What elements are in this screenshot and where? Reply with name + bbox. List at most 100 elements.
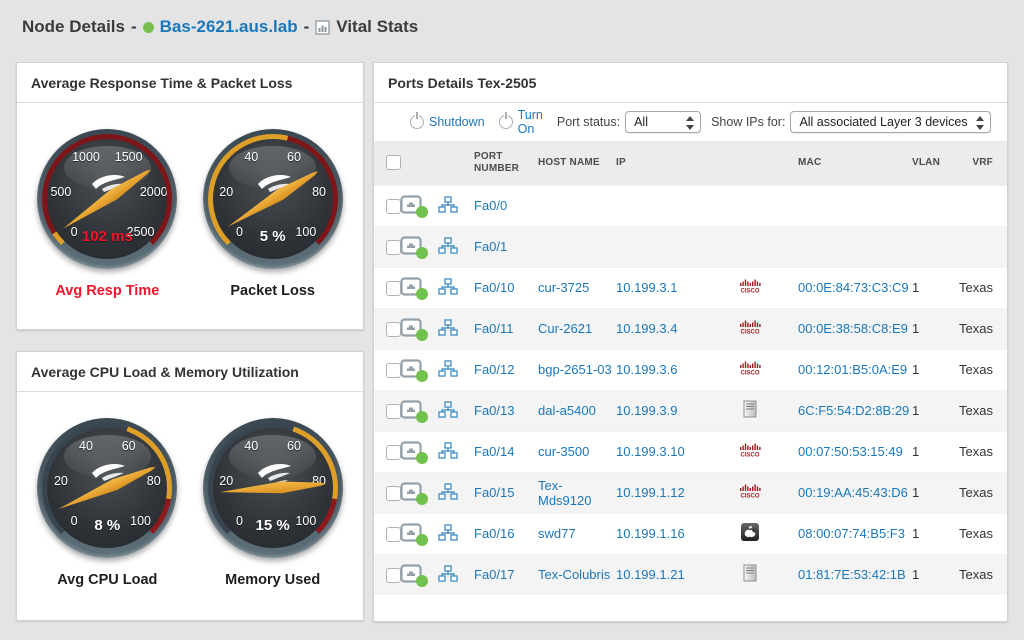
panel-title-ports: Ports Details Tex-2505 bbox=[374, 63, 1007, 103]
show-ips-value: All associated Layer 3 devices bbox=[799, 115, 967, 129]
gauge-tick-label: 2000 bbox=[140, 185, 168, 199]
ip-link[interactable]: 10.199.3.1 bbox=[616, 280, 677, 295]
port-link[interactable]: Fa0/12 bbox=[474, 362, 514, 377]
green-status-dot-icon bbox=[416, 493, 428, 505]
ip-link[interactable]: 10.199.3.9 bbox=[616, 403, 677, 418]
mac-link[interactable]: 00:0E:38:58:C8:E9 bbox=[798, 321, 908, 336]
row-checkbox[interactable] bbox=[386, 322, 401, 337]
vrf-value: Texas bbox=[959, 485, 993, 500]
row-checkbox[interactable] bbox=[386, 568, 401, 583]
row-checkbox[interactable] bbox=[386, 445, 401, 460]
row-checkbox[interactable] bbox=[386, 404, 401, 419]
green-status-dot-icon bbox=[416, 247, 428, 259]
mac-link[interactable]: 08:00:07:74:B5:F3 bbox=[798, 526, 905, 541]
network-map-icon bbox=[438, 283, 458, 298]
col-header-vrf: VRF bbox=[936, 141, 1007, 185]
port-link[interactable]: Fa0/11 bbox=[474, 321, 514, 336]
mac-link[interactable]: 00:19:AA:45:43:D6 bbox=[798, 485, 908, 500]
ip-link[interactable]: 10.199.1.21 bbox=[616, 567, 685, 582]
vlan-value: 1 bbox=[912, 362, 919, 377]
port-link[interactable]: Fa0/17 bbox=[474, 567, 514, 582]
network-map-icon bbox=[438, 201, 458, 216]
turn-on-button[interactable]: Turn On bbox=[499, 108, 543, 136]
row-checkbox[interactable] bbox=[386, 199, 401, 214]
gauge-caption: Avg Resp Time bbox=[32, 283, 182, 299]
port-status-select[interactable]: All bbox=[625, 111, 701, 133]
gauge-value: 15 % bbox=[203, 517, 343, 534]
mac-link[interactable]: 00:0E:84:73:C3:C9 bbox=[798, 280, 909, 295]
mac-link[interactable]: 00:07:50:53:15:49 bbox=[798, 444, 903, 459]
svg-text:CISCO: CISCO bbox=[740, 371, 759, 377]
ip-link[interactable]: 10.199.3.6 bbox=[616, 362, 677, 377]
power-icon bbox=[410, 115, 424, 129]
select-arrows-icon bbox=[686, 115, 694, 131]
network-map-icon bbox=[438, 324, 458, 339]
row-checkbox[interactable] bbox=[386, 527, 401, 542]
port-link[interactable]: Fa0/14 bbox=[474, 444, 514, 459]
port-up-status-icon bbox=[400, 277, 424, 297]
node-link[interactable]: Bas-2621.aus.lab bbox=[160, 17, 298, 37]
port-link[interactable]: Fa0/1 bbox=[474, 239, 507, 254]
show-ips-field: Show IPs for: All associated Layer 3 dev… bbox=[711, 111, 991, 133]
shutdown-label[interactable]: Shutdown bbox=[429, 115, 485, 129]
network-map-icon bbox=[438, 365, 458, 380]
gauge-value: 8 % bbox=[37, 517, 177, 534]
port-link[interactable]: Fa0/10 bbox=[474, 280, 514, 295]
port-link[interactable]: Fa0/16 bbox=[474, 526, 514, 541]
mac-link[interactable]: 00:12:01:B5:0A:E9 bbox=[798, 362, 907, 377]
port-link[interactable]: Fa0/13 bbox=[474, 403, 514, 418]
host-link[interactable]: Cur-2621 bbox=[538, 321, 592, 336]
mac-link[interactable]: 01:81:7E:53:42:1B bbox=[798, 567, 906, 582]
select-all-checkbox[interactable] bbox=[386, 155, 401, 170]
host-link[interactable]: cur-3500 bbox=[538, 444, 589, 459]
gauge-memory-used: 02040608010015 %Memory Used bbox=[198, 418, 348, 588]
table-row-Fa0-11: Fa0/11 Cur-2621 10.199.3.4 CISCO 00:0E:38:58… bbox=[374, 308, 1007, 349]
cisco-vendor-icon: CISCO bbox=[738, 364, 762, 379]
network-map-icon bbox=[438, 488, 458, 503]
ip-link[interactable]: 10.199.1.16 bbox=[616, 526, 685, 541]
ports-table-header-row: Port NumberHost NameIPMACVLANVRF bbox=[374, 141, 1007, 185]
port-up-status-icon bbox=[400, 564, 424, 584]
row-checkbox[interactable] bbox=[386, 281, 401, 296]
gauge-caption: Avg CPU Load bbox=[32, 572, 182, 588]
port-link[interactable]: Fa0/15 bbox=[474, 485, 514, 500]
row-checkbox[interactable] bbox=[386, 486, 401, 501]
title-dash-2: - bbox=[304, 17, 310, 37]
gauge-tick-label: 1000 bbox=[72, 150, 100, 164]
shutdown-button[interactable]: Shutdown bbox=[410, 115, 485, 129]
green-status-dot-icon bbox=[416, 370, 428, 382]
power-icon bbox=[499, 115, 513, 129]
host-link[interactable]: bgp-2651-03 bbox=[538, 362, 612, 377]
host-link[interactable]: cur-3725 bbox=[538, 280, 589, 295]
turn-on-label[interactable]: Turn On bbox=[518, 108, 543, 136]
host-link[interactable]: Tex-Mds9120 bbox=[538, 478, 591, 508]
port-up-status-icon bbox=[400, 523, 424, 543]
network-map-icon bbox=[438, 570, 458, 585]
port-status-field: Port status: All bbox=[557, 111, 701, 133]
ports-table: Port NumberHost NameIPMACVLANVRF Fa0/0 Fa… bbox=[374, 141, 1007, 595]
gauge-tick-label: 20 bbox=[54, 474, 68, 488]
ip-link[interactable]: 10.199.1.12 bbox=[616, 485, 685, 500]
vrf-value: Texas bbox=[959, 567, 993, 582]
port-link[interactable]: Fa0/0 bbox=[474, 198, 507, 213]
gauge-row-response-packet: 05001000150020002500102 msAvg Resp Time0… bbox=[17, 129, 363, 299]
host-link[interactable]: swd77 bbox=[538, 526, 576, 541]
host-link[interactable]: Tex-Colubris bbox=[538, 567, 610, 582]
ip-link[interactable]: 10.199.3.10 bbox=[616, 444, 685, 459]
svg-text:CISCO: CISCO bbox=[740, 330, 759, 336]
row-checkbox[interactable] bbox=[386, 363, 401, 378]
vrf-value: Texas bbox=[959, 444, 993, 459]
vlan-value: 1 bbox=[912, 485, 919, 500]
show-ips-select[interactable]: All associated Layer 3 devices bbox=[790, 111, 990, 133]
vlan-value: 1 bbox=[912, 280, 919, 295]
panel-response-packet-loss: Average Response Time & Packet Loss 0500… bbox=[16, 62, 364, 330]
server-vendor-icon bbox=[743, 570, 758, 585]
panel-title-response-packet: Average Response Time & Packet Loss bbox=[17, 63, 363, 103]
network-map-icon bbox=[438, 447, 458, 462]
table-row-Fa0-14: Fa0/14cur-350010.199.3.10CISCO00:07:50:5… bbox=[374, 431, 1007, 472]
mac-link[interactable]: 6C:F5:54:D2:8B:29 bbox=[798, 403, 909, 418]
green-status-dot-icon bbox=[416, 288, 428, 300]
host-link[interactable]: dal-a5400 bbox=[538, 403, 596, 418]
ip-link[interactable]: 10.199.3.4 bbox=[616, 321, 677, 336]
row-checkbox[interactable] bbox=[386, 240, 401, 255]
